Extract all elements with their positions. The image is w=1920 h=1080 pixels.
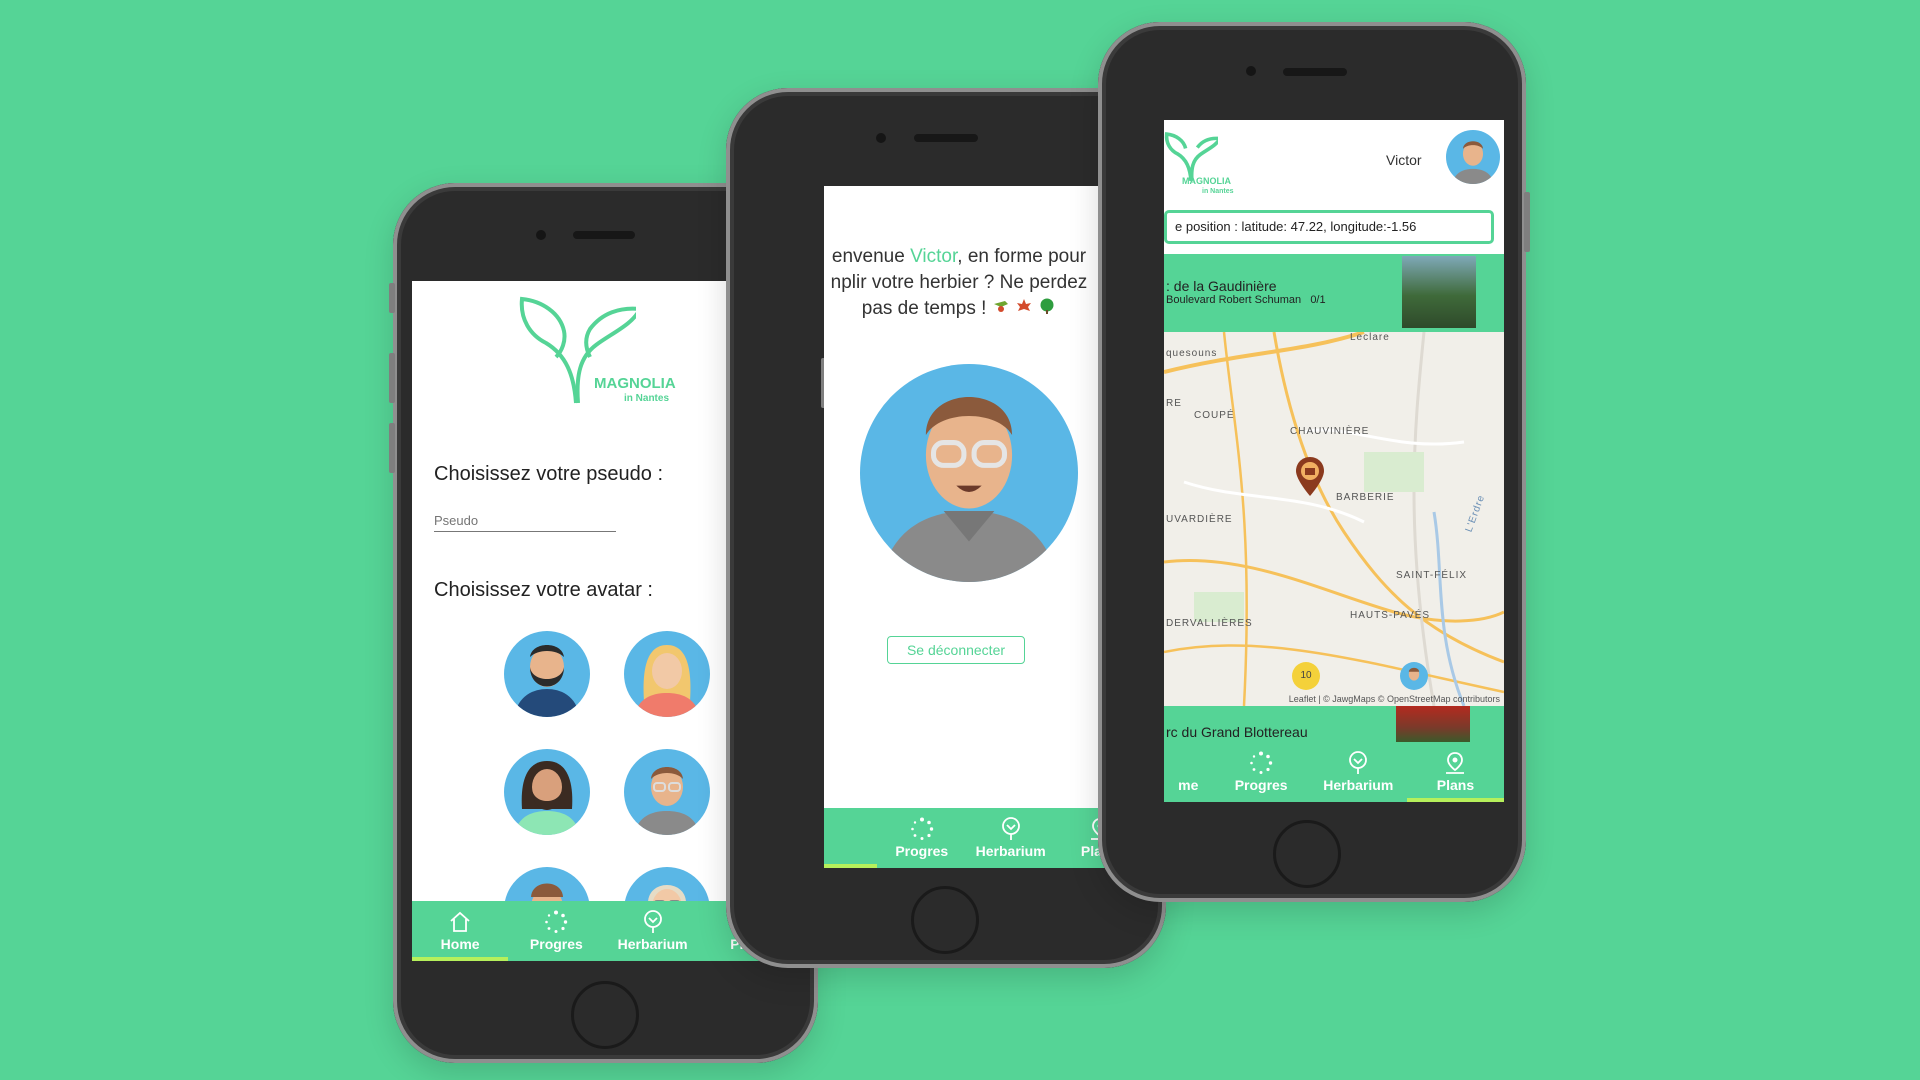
tab-herbarium-label: Herbarium — [617, 936, 688, 952]
tab-herbarium[interactable]: Herbarium — [966, 808, 1055, 868]
park-card-gaudiniere[interactable]: : de la Gaudinière Boulevard Robert Schu… — [1164, 254, 1504, 332]
phone-volume-button — [389, 423, 395, 473]
map-label: BARBERIE — [1336, 492, 1395, 503]
avatar-bearded-man[interactable] — [504, 631, 590, 717]
park-address: Boulevard Robert Schuman 0/1 — [1166, 294, 1326, 306]
avatar-glasses-man-icon — [1408, 667, 1420, 681]
map-label: Leclare — [1350, 332, 1390, 343]
map-label: HAUTS-PAVÉS — [1350, 610, 1431, 621]
maple-leaf-icon — [1016, 299, 1031, 311]
phone-power-button — [1524, 192, 1530, 252]
header-username: Victor — [1386, 152, 1422, 168]
park-title: : de la Gaudinière — [1166, 278, 1277, 294]
tab-home-label-partial: me — [1178, 777, 1199, 793]
phone-home-button — [571, 981, 639, 1049]
avatar-blonde-woman[interactable] — [624, 631, 710, 717]
map-cluster-marker[interactable]: 10 — [1292, 662, 1320, 690]
map-label: quesouns — [1166, 348, 1218, 359]
map-label: SAINT-FÉLIX — [1396, 570, 1468, 581]
welcome-line-1: envenue Victor, en forme pour — [831, 246, 1087, 267]
screen-profile: envenue Victor, en forme pour nplir votr… — [824, 186, 1144, 868]
phone-volume-button — [389, 283, 395, 313]
park-photo — [1396, 706, 1470, 742]
tab-plans-label: Plans — [1436, 777, 1475, 793]
position-display: e position : latitude: 47.22, longitude:… — [1164, 210, 1494, 244]
logout-button[interactable]: Se déconnecter — [887, 636, 1025, 664]
park-progress-count: 0/1 — [1310, 294, 1326, 306]
phone-map: MAGNOLIA in Nantes Victor e position : l… — [1098, 22, 1530, 902]
tree-leaf-icon — [1040, 298, 1054, 314]
tab-home-partial[interactable] — [824, 808, 878, 868]
selected-avatar — [860, 364, 1078, 582]
map-label: DERVALLIÈRES — [1166, 618, 1253, 629]
tab-progres[interactable]: Progres — [877, 808, 966, 868]
screen-map: MAGNOLIA in Nantes Victor e position : l… — [1164, 120, 1504, 802]
logo-text: MAGNOLIA — [594, 375, 676, 392]
tab-progres[interactable]: Progres — [1213, 742, 1310, 802]
tree-icon — [1349, 751, 1368, 774]
map-pin-icon — [1446, 752, 1465, 774]
header-avatar[interactable] — [1446, 130, 1500, 184]
earpiece-speaker — [573, 231, 635, 239]
tab-herbarium[interactable]: Herbarium — [1310, 742, 1407, 802]
tab-progres[interactable]: Progres — [508, 901, 604, 961]
tab-progres-label: Progres — [895, 843, 949, 859]
avatar-glasses-man-icon — [634, 767, 700, 835]
logo-subtitle: in Nantes — [624, 393, 670, 404]
front-camera — [1246, 66, 1256, 76]
avatar-glasses-man-icon — [1452, 141, 1494, 184]
welcome-username: Victor — [910, 246, 958, 267]
bottom-tab-bar: Progres Herbarium Plans — [824, 808, 1144, 868]
avatar-long-haired-man[interactable] — [504, 749, 590, 835]
park-photo — [1402, 256, 1476, 328]
map-label: CHAUVINIÈRE — [1290, 426, 1370, 437]
tab-home-label: Home — [440, 936, 480, 952]
front-camera — [536, 230, 546, 240]
home-icon — [450, 911, 470, 932]
progress-icon — [545, 910, 568, 933]
avatar-glasses-man-large-icon — [880, 396, 1058, 582]
progress-icon — [1250, 751, 1273, 774]
logo-subtitle: in Nantes — [1202, 188, 1234, 195]
map-attribution: Leaflet | © JawgMaps © OpenStreetMap con… — [1288, 694, 1500, 704]
tab-plans[interactable]: Plans — [1406, 742, 1504, 802]
park-card-grand-blottereau[interactable]: rc du Grand Blottereau — [1164, 706, 1504, 742]
tab-herbarium-label: Herbarium — [1323, 777, 1394, 793]
progress-icon — [910, 817, 933, 840]
logo-text: MAGNOLIA — [1182, 176, 1231, 186]
phone-home-button — [911, 886, 979, 954]
avatar-glasses-man[interactable] — [624, 749, 710, 835]
avatar-label: Choisissez votre avatar : — [434, 579, 653, 601]
tab-herbarium[interactable]: Herbarium — [605, 901, 701, 961]
avatar-blonde-woman-icon — [634, 645, 700, 717]
phone-volume-button — [389, 353, 395, 403]
map-view[interactable]: quesouns Leclare RE COUPÉ CHAUVINIÈRE BA… — [1164, 332, 1504, 706]
phone-home-button — [1273, 820, 1341, 888]
tab-progres-label: Progres — [529, 936, 583, 952]
tab-herbarium-label: Herbarium — [975, 843, 1046, 859]
tab-home[interactable]: me — [1164, 742, 1213, 802]
welcome-message: envenue Victor, en forme pour nplir votr… — [824, 244, 1144, 322]
bottom-tab-bar: me Progres Herbarium Plans — [1164, 742, 1504, 802]
avatar-long-haired-man-icon — [514, 761, 580, 835]
earpiece-speaker — [1283, 68, 1347, 76]
earpiece-speaker — [914, 134, 978, 142]
front-camera — [876, 133, 886, 143]
tab-home[interactable]: Home — [412, 901, 509, 961]
avatar-bearded-man-icon — [514, 645, 580, 717]
map-label: UVARDIÈRE — [1166, 514, 1233, 525]
user-location-avatar — [1400, 662, 1428, 690]
pseudo-label: Choisissez votre pseudo : — [434, 463, 664, 485]
holly-icon — [993, 301, 1008, 312]
welcome-line-3: pas de temps ! — [824, 296, 1144, 322]
tab-progres-label: Progres — [1234, 777, 1288, 793]
tree-icon — [643, 910, 662, 933]
park-title: rc du Grand Blottereau — [1166, 724, 1308, 740]
pseudo-input[interactable] — [434, 509, 616, 532]
park-marker-icon[interactable] — [1294, 456, 1326, 496]
tree-icon — [1001, 817, 1020, 840]
welcome-line-2: nplir votre herbier ? Ne perdez — [830, 272, 1088, 293]
map-label: RE — [1166, 398, 1182, 409]
map-label: COUPÉ — [1194, 410, 1235, 421]
